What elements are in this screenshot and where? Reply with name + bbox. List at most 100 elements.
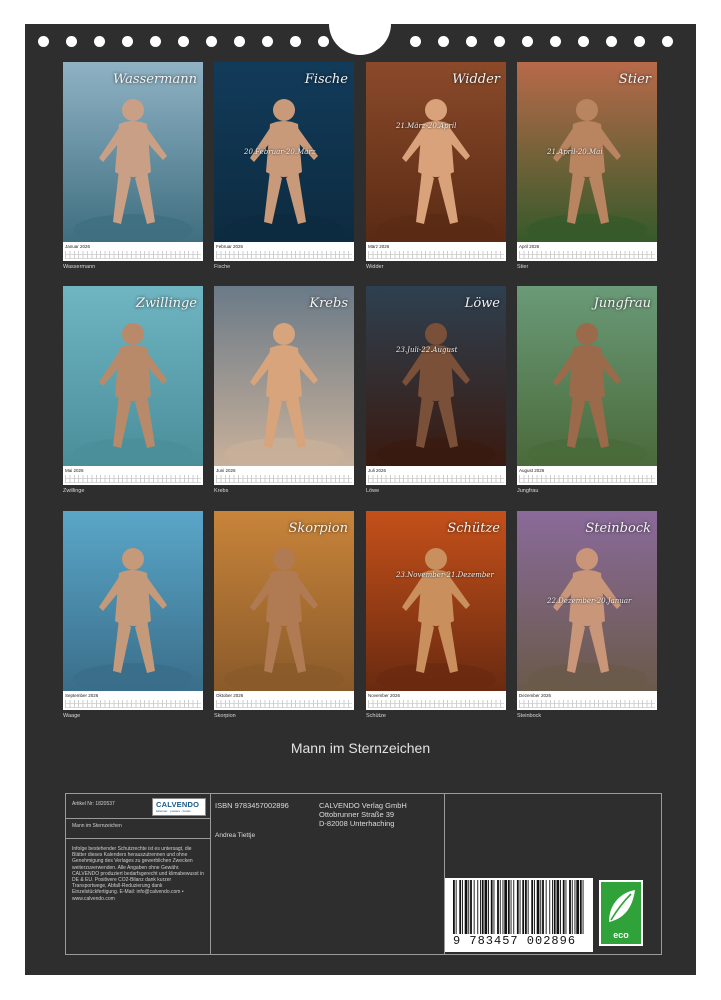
- photo-illustration: [366, 286, 506, 466]
- binding-hole: [234, 36, 245, 47]
- calvendo-logo: CALVENDO kalender · posters · books: [152, 798, 206, 816]
- month-calendar-strip: September 2026: [63, 691, 203, 710]
- month-photo: Stier 21.April-20.Mai: [517, 62, 657, 242]
- day-grid: [519, 475, 655, 483]
- day-grid: [65, 700, 201, 708]
- binding-hole: [262, 36, 273, 47]
- month-photo: [63, 511, 203, 691]
- barcode-bar: [462, 880, 463, 934]
- barcode-bar: [562, 880, 565, 934]
- photo-illustration: [63, 286, 203, 466]
- day-grid: [216, 251, 352, 259]
- month-label: Oktober 2026: [216, 693, 244, 698]
- month-photo: Widder 21.März-20.April: [366, 62, 506, 242]
- barcode-bar: [536, 880, 540, 934]
- binding-hole: [122, 36, 133, 47]
- barcode-bar: [545, 880, 547, 934]
- binding-hole: [290, 36, 301, 47]
- barcode-bar: [519, 880, 521, 934]
- barcode-bar: [499, 880, 501, 934]
- barcode-bar: [484, 880, 488, 934]
- barcode-bar: [553, 880, 556, 934]
- barcode-bar: [464, 880, 468, 934]
- month-photo: Jungfrau: [517, 286, 657, 466]
- day-grid: [65, 251, 201, 259]
- eco-label: eco: [613, 930, 629, 940]
- month-label: April 2026: [519, 244, 540, 249]
- photo-illustration: [517, 286, 657, 466]
- publisher-name: CALVENDO Verlag GmbH: [319, 801, 407, 810]
- barcode-bar: [507, 880, 510, 934]
- legal-text: Infolge bestehender Schutzrechte ist es …: [72, 846, 204, 902]
- month-photo: Schütze 23.November-21.Dezember: [366, 511, 506, 691]
- binding-hole: [206, 36, 217, 47]
- logo-text: CALVENDO: [156, 800, 200, 809]
- month-photo: Zwillinge: [63, 286, 203, 466]
- month-calendar-strip: Januar 2026: [63, 242, 203, 261]
- month-label: Juni 2026: [216, 468, 236, 473]
- day-grid: [216, 475, 352, 483]
- author-name: Andrea Tiettje: [215, 832, 256, 839]
- month-caption: Skorpion: [214, 713, 236, 719]
- month-caption: Waage: [63, 713, 81, 719]
- month-photo: Steinbock 22.Dezember-20.Januar: [517, 511, 657, 691]
- day-grid: [65, 475, 201, 483]
- month-calendar-strip: März 2026: [366, 242, 506, 261]
- binding-hole: [466, 36, 477, 47]
- barcode-bar: [556, 880, 560, 934]
- month-photo: Skorpion: [214, 511, 354, 691]
- photo-sign-title: Fische: [304, 72, 348, 87]
- month-calendar-strip: Juni 2026: [214, 466, 354, 485]
- month-photo: Löwe 23.Juli-22.August: [366, 286, 506, 466]
- month-caption: Steinbock: [517, 713, 542, 719]
- barcode-bar: [579, 880, 582, 934]
- photo-illustration: [366, 62, 506, 242]
- binding-hole: [606, 36, 617, 47]
- photo-sign-title: Krebs: [309, 296, 348, 311]
- eco-badge: eco: [599, 880, 643, 946]
- divider: [66, 838, 210, 839]
- barcode-bar: [534, 880, 535, 934]
- barcode-bar: [493, 880, 495, 934]
- photo-sign-title: Jungfrau: [593, 296, 651, 311]
- isbn: ISBN 9783457002896: [215, 801, 289, 810]
- photo-sign-title: Skorpion: [288, 521, 348, 536]
- month-caption: Krebs: [214, 488, 229, 494]
- binding-hole: [438, 36, 449, 47]
- photo-sign-dates: 21.April-20.Mai: [547, 148, 603, 156]
- month-label: September 2026: [65, 693, 99, 698]
- month-calendar-strip: Dezember 2026: [517, 691, 657, 710]
- barcode-bar: [522, 880, 525, 934]
- month-caption: Schütze: [366, 713, 386, 719]
- binding-hole: [150, 36, 161, 47]
- month-caption: Widder: [366, 264, 384, 270]
- barcode-bar: [576, 880, 579, 934]
- binding-hole: [550, 36, 561, 47]
- product-title: Mann im Sternzeichen: [72, 823, 122, 829]
- month-caption: Jungfrau: [517, 488, 539, 494]
- info-column-publisher: ISBN 9783457002896 Andrea Tiettje CALVEN…: [211, 794, 445, 954]
- month-calendar-strip: Mai 2026: [63, 466, 203, 485]
- photo-sign-title: Wassermann: [112, 72, 197, 87]
- binding-hole: [94, 36, 105, 47]
- binding-hole: [178, 36, 189, 47]
- photo-sign-dates: 23.November-21.Dezember: [396, 571, 494, 579]
- barcode-bar: [504, 880, 507, 934]
- month-label: Dezember 2026: [519, 693, 552, 698]
- photo-illustration: [214, 511, 354, 691]
- info-panel: Artikel Nr: 1820537 CALVENDO kalender · …: [65, 793, 662, 955]
- photo-sign-dates: 20.Februar-20.März: [244, 148, 316, 156]
- barcode-bar: [477, 880, 479, 934]
- binding-hole: [662, 36, 673, 47]
- barcode-bar: [527, 880, 529, 934]
- barcode-bar: [468, 880, 470, 934]
- barcode-bar: [459, 880, 462, 934]
- month-calendar-strip: April 2026: [517, 242, 657, 261]
- photo-sign-title: Widder: [452, 72, 500, 87]
- barcode-bar: [490, 880, 493, 934]
- month-calendar-strip: Februar 2026: [214, 242, 354, 261]
- month-label: Juli 2026: [368, 468, 387, 473]
- month-calendar-strip: November 2026: [366, 691, 506, 710]
- month-photo: Fische 20.Februar-20.März: [214, 62, 354, 242]
- calendar-back-page: Wassermann Januar 2026 Wassermann Fische 20.…: [25, 23, 696, 975]
